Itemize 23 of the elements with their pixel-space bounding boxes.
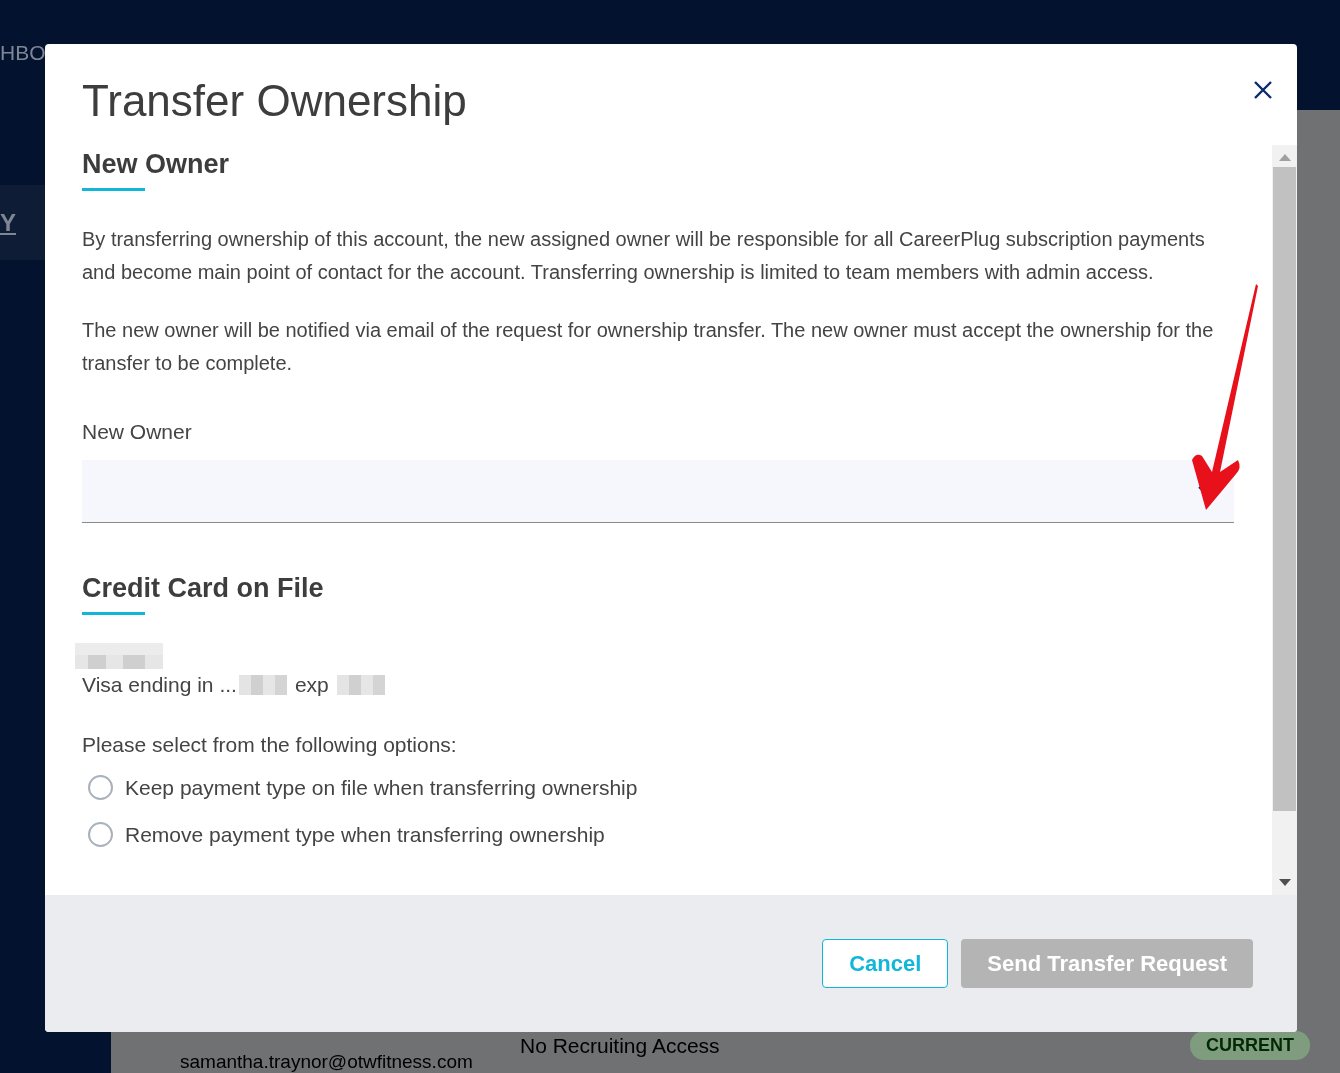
access-level: No Recruiting Access [520,1034,721,1058]
redacted-mark [238,675,287,695]
member-email: samantha.traynor@otwfitness.com [180,1051,474,1073]
redacted-mark [336,675,385,695]
description-text: By transferring ownership of this account, the new assigned owner will be responsible for all CareerPlug subscription payments and become main point of contact for the account. Transferring ownership is limited to team members with admin access. [82,227,1206,285]
field-label: New Owner [82,420,193,444]
card-text: Visa ending in ... [82,673,237,697]
card-text: exp [294,673,329,697]
options-prompt: Please select from the following options: [82,733,458,757]
radio-button[interactable] [88,775,113,800]
scroll-down-icon[interactable] [1278,879,1291,887]
section-heading: Credit Card on File [82,573,324,605]
scroll-up-icon[interactable] [1278,153,1291,161]
status-badge: CURRENT [1190,1031,1310,1060]
radio-button[interactable] [88,822,113,847]
section-heading: New Owner [82,149,230,181]
option-label[interactable]: Remove payment type when transferring ownership [125,822,605,847]
dialog-title: Transfer Ownership [82,76,467,126]
description-text: The new owner will be notified via email of the request for ownership transfer. The new owner must accept the ownership for the transfer to be complete. [82,318,1215,376]
owner-select[interactable] [82,460,1234,523]
scrollbar[interactable] [1272,145,1297,895]
option-label[interactable]: Keep payment type on file when transferring ownership [125,775,638,800]
nav-label[interactable]: HBO [0,41,46,65]
